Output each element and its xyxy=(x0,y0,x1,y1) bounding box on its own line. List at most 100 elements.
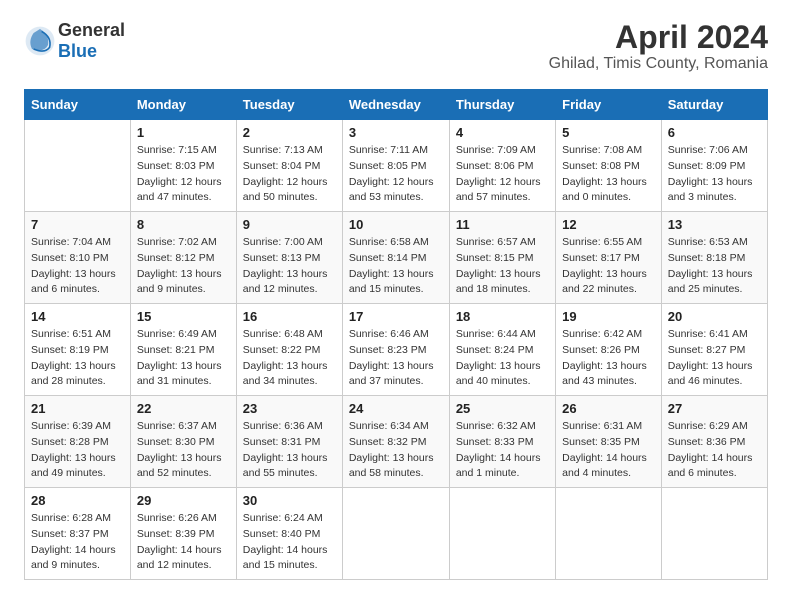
day-number: 25 xyxy=(456,401,549,416)
day-number: 5 xyxy=(562,125,655,140)
day-info: Sunrise: 7:11 AMSunset: 8:05 PMDaylight:… xyxy=(349,143,443,206)
day-info: Sunrise: 6:26 AMSunset: 8:39 PMDaylight:… xyxy=(137,511,230,574)
day-info: Sunrise: 6:53 AMSunset: 8:18 PMDaylight:… xyxy=(668,235,761,298)
calendar-cell: 10 Sunrise: 6:58 AMSunset: 8:14 PMDayligh… xyxy=(342,212,449,304)
day-info: Sunrise: 7:08 AMSunset: 8:08 PMDaylight:… xyxy=(562,143,655,206)
calendar-cell: 5 Sunrise: 7:08 AMSunset: 8:08 PMDaylight… xyxy=(556,120,662,212)
day-number: 28 xyxy=(31,493,124,508)
calendar-cell xyxy=(342,488,449,580)
logo-icon xyxy=(24,25,56,57)
day-info: Sunrise: 6:36 AMSunset: 8:31 PMDaylight:… xyxy=(243,419,336,482)
location-title: Ghilad, Timis County, Romania xyxy=(549,55,768,73)
weekday-header-friday: Friday xyxy=(556,90,662,120)
day-info: Sunrise: 6:51 AMSunset: 8:19 PMDaylight:… xyxy=(31,327,124,390)
calendar-week-row: 28Sunrise: 6:28 AMSunset: 8:37 PMDayligh… xyxy=(25,488,768,580)
day-number: 19 xyxy=(562,309,655,324)
day-info: Sunrise: 6:44 AMSunset: 8:24 PMDaylight:… xyxy=(456,327,549,390)
calendar-cell: 11 Sunrise: 6:57 AMSunset: 8:15 PMDayligh… xyxy=(449,212,555,304)
day-number: 10 xyxy=(349,217,443,232)
calendar-cell: 12 Sunrise: 6:55 AMSunset: 8:17 PMDayligh… xyxy=(556,212,662,304)
day-number: 18 xyxy=(456,309,549,324)
day-info: Sunrise: 6:48 AMSunset: 8:22 PMDaylight:… xyxy=(243,327,336,390)
day-info: Sunrise: 6:57 AMSunset: 8:15 PMDaylight:… xyxy=(456,235,549,298)
calendar-cell: 3Sunrise: 7:11 AMSunset: 8:05 PMDaylight… xyxy=(342,120,449,212)
day-info: Sunrise: 6:24 AMSunset: 8:40 PMDaylight:… xyxy=(243,511,336,574)
day-number: 11 xyxy=(456,217,549,232)
calendar-cell: 13Sunrise: 6:53 AMSunset: 8:18 PMDayligh… xyxy=(661,212,767,304)
day-info: Sunrise: 6:49 AMSunset: 8:21 PMDaylight:… xyxy=(137,327,230,390)
day-info: Sunrise: 6:34 AMSunset: 8:32 PMDaylight:… xyxy=(349,419,443,482)
calendar-cell: 20Sunrise: 6:41 AMSunset: 8:27 PMDayligh… xyxy=(661,304,767,396)
calendar-cell: 21 Sunrise: 6:39 AMSunset: 8:28 PMDayligh… xyxy=(25,396,131,488)
calendar-cell: 19 Sunrise: 6:42 AMSunset: 8:26 PMDayligh… xyxy=(556,304,662,396)
weekday-header-saturday: Saturday xyxy=(661,90,767,120)
weekday-header-monday: Monday xyxy=(130,90,236,120)
day-info: Sunrise: 6:29 AMSunset: 8:36 PMDaylight:… xyxy=(668,419,761,482)
day-number: 30 xyxy=(243,493,336,508)
calendar-cell: 14Sunrise: 6:51 AMSunset: 8:19 PMDayligh… xyxy=(25,304,131,396)
day-info: Sunrise: 6:32 AMSunset: 8:33 PMDaylight:… xyxy=(456,419,549,482)
day-info: Sunrise: 7:13 AMSunset: 8:04 PMDaylight:… xyxy=(243,143,336,206)
day-number: 15 xyxy=(137,309,230,324)
day-number: 8 xyxy=(137,217,230,232)
calendar-table: SundayMondayTuesdayWednesdayThursdayFrid… xyxy=(24,89,768,580)
logo-blue: Blue xyxy=(58,41,97,61)
calendar-cell: 17Sunrise: 6:46 AMSunset: 8:23 PMDayligh… xyxy=(342,304,449,396)
weekday-header-sunday: Sunday xyxy=(25,90,131,120)
calendar-cell: 8 Sunrise: 7:02 AMSunset: 8:12 PMDaylight… xyxy=(130,212,236,304)
calendar-cell: 2 Sunrise: 7:13 AMSunset: 8:04 PMDaylight… xyxy=(236,120,342,212)
calendar-cell: 9 Sunrise: 7:00 AMSunset: 8:13 PMDaylight… xyxy=(236,212,342,304)
logo-general: General xyxy=(58,20,125,40)
logo-text: General Blue xyxy=(58,20,125,62)
day-number: 4 xyxy=(456,125,549,140)
day-number: 22 xyxy=(137,401,230,416)
calendar-cell xyxy=(25,120,131,212)
calendar-cell: 15 Sunrise: 6:49 AMSunset: 8:21 PMDayligh… xyxy=(130,304,236,396)
calendar-week-row: 21 Sunrise: 6:39 AMSunset: 8:28 PMDayligh… xyxy=(25,396,768,488)
calendar-week-row: 7 Sunrise: 7:04 AMSunset: 8:10 PMDaylight… xyxy=(25,212,768,304)
day-number: 23 xyxy=(243,401,336,416)
day-info: Sunrise: 6:31 AMSunset: 8:35 PMDaylight:… xyxy=(562,419,655,482)
calendar-cell: 24 Sunrise: 6:34 AMSunset: 8:32 PMDayligh… xyxy=(342,396,449,488)
day-info: Sunrise: 7:04 AMSunset: 8:10 PMDaylight:… xyxy=(31,235,124,298)
calendar-week-row: 14Sunrise: 6:51 AMSunset: 8:19 PMDayligh… xyxy=(25,304,768,396)
day-number: 2 xyxy=(243,125,336,140)
day-number: 7 xyxy=(31,217,124,232)
calendar-cell: 29 Sunrise: 6:26 AMSunset: 8:39 PMDayligh… xyxy=(130,488,236,580)
calendar-cell xyxy=(449,488,555,580)
day-info: Sunrise: 6:58 AMSunset: 8:14 PMDaylight:… xyxy=(349,235,443,298)
day-number: 1 xyxy=(137,125,230,140)
calendar-cell: 23 Sunrise: 6:36 AMSunset: 8:31 PMDayligh… xyxy=(236,396,342,488)
day-number: 24 xyxy=(349,401,443,416)
day-number: 27 xyxy=(668,401,761,416)
calendar-week-row: 1 Sunrise: 7:15 AMSunset: 8:03 PMDaylight… xyxy=(25,120,768,212)
day-info: Sunrise: 6:46 AMSunset: 8:23 PMDaylight:… xyxy=(349,327,443,390)
day-number: 26 xyxy=(562,401,655,416)
calendar-cell: 7 Sunrise: 7:04 AMSunset: 8:10 PMDaylight… xyxy=(25,212,131,304)
month-title: April 2024 xyxy=(549,20,768,55)
day-number: 6 xyxy=(668,125,761,140)
title-area: April 2024 Ghilad, Timis County, Romania xyxy=(549,20,768,73)
day-number: 29 xyxy=(137,493,230,508)
day-info: Sunrise: 6:42 AMSunset: 8:26 PMDaylight:… xyxy=(562,327,655,390)
calendar-cell xyxy=(556,488,662,580)
day-info: Sunrise: 7:00 AMSunset: 8:13 PMDaylight:… xyxy=(243,235,336,298)
calendar-cell: 27 Sunrise: 6:29 AMSunset: 8:36 PMDayligh… xyxy=(661,396,767,488)
day-info: Sunrise: 7:02 AMSunset: 8:12 PMDaylight:… xyxy=(137,235,230,298)
weekday-header-thursday: Thursday xyxy=(449,90,555,120)
calendar-cell: 16 Sunrise: 6:48 AMSunset: 8:22 PMDayligh… xyxy=(236,304,342,396)
day-number: 9 xyxy=(243,217,336,232)
calendar-cell: 1 Sunrise: 7:15 AMSunset: 8:03 PMDaylight… xyxy=(130,120,236,212)
calendar-cell: 18 Sunrise: 6:44 AMSunset: 8:24 PMDayligh… xyxy=(449,304,555,396)
calendar-header-row: SundayMondayTuesdayWednesdayThursdayFrid… xyxy=(25,90,768,120)
day-number: 16 xyxy=(243,309,336,324)
weekday-header-wednesday: Wednesday xyxy=(342,90,449,120)
day-info: Sunrise: 7:15 AMSunset: 8:03 PMDaylight:… xyxy=(137,143,230,206)
day-number: 21 xyxy=(31,401,124,416)
day-info: Sunrise: 6:39 AMSunset: 8:28 PMDaylight:… xyxy=(31,419,124,482)
weekday-header-tuesday: Tuesday xyxy=(236,90,342,120)
calendar-cell: 6Sunrise: 7:06 AMSunset: 8:09 PMDaylight… xyxy=(661,120,767,212)
day-info: Sunrise: 6:55 AMSunset: 8:17 PMDaylight:… xyxy=(562,235,655,298)
day-number: 12 xyxy=(562,217,655,232)
calendar-cell: 26 Sunrise: 6:31 AMSunset: 8:35 PMDayligh… xyxy=(556,396,662,488)
